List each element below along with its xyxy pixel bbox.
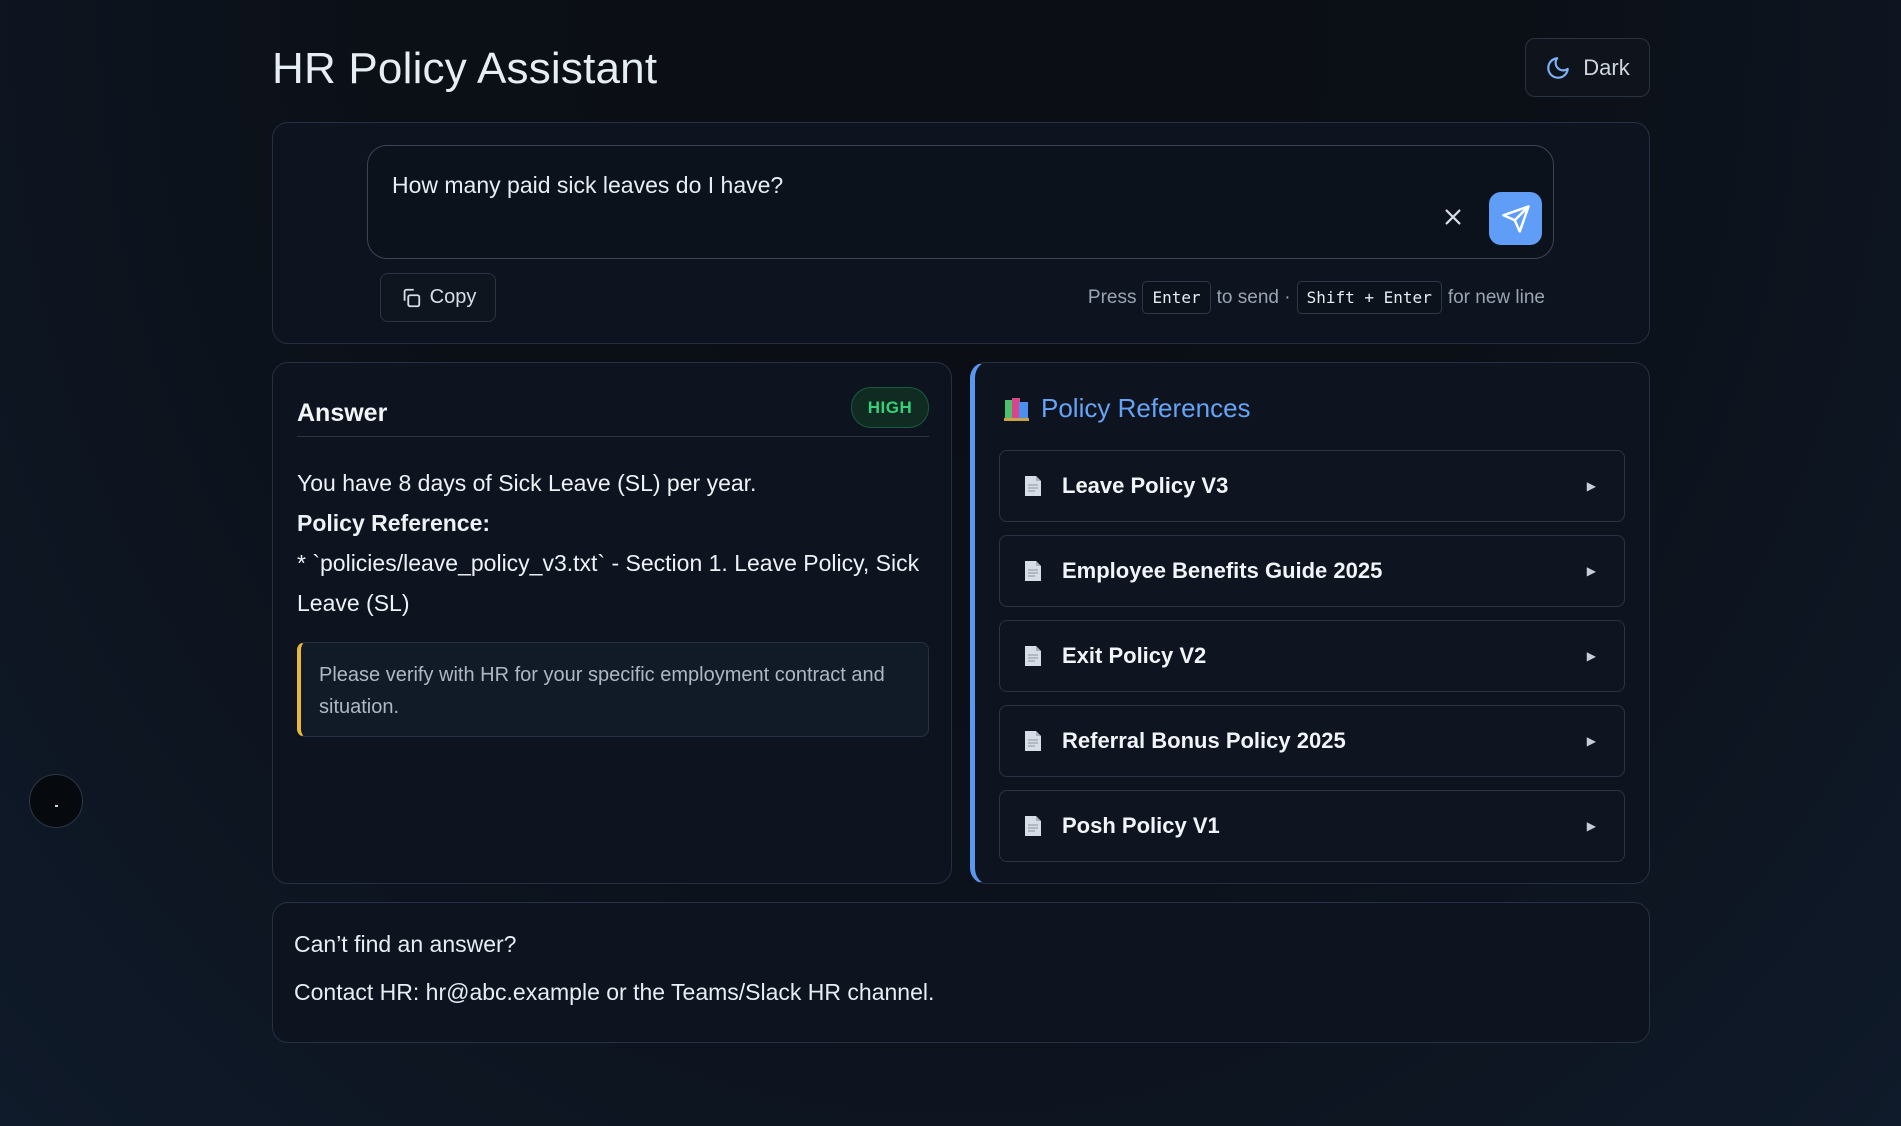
kbd-enter: Enter xyxy=(1142,281,1211,314)
policy-references-panel: Policy References Leave Policy V3 ▶ Empl… xyxy=(970,362,1650,884)
policy-references-list: Leave Policy V3 ▶ Employee Benefits Guid… xyxy=(999,450,1625,875)
reference-item[interactable]: Leave Policy V3 ▶ xyxy=(999,450,1625,522)
reference-label: Leave Policy V3 xyxy=(1062,473,1229,498)
hint-new-line: for new line xyxy=(1447,286,1545,308)
moon-icon xyxy=(1547,56,1570,79)
books-icon xyxy=(1004,397,1029,421)
keyboard-hint: Press Enter to send · Shift + Enter for … xyxy=(1088,281,1545,314)
document-icon xyxy=(1025,476,1041,496)
expand-arrow-icon: ▶ xyxy=(1586,734,1596,748)
query-panel: How many paid sick leaves do I have? Cop… xyxy=(272,122,1650,344)
expand-arrow-icon: ▶ xyxy=(1586,564,1596,578)
copy-label: Copy xyxy=(429,286,477,308)
question-input-text[interactable]: How many paid sick leaves do I have? xyxy=(392,172,783,199)
header: HR Policy Assistant Dark xyxy=(272,0,1650,122)
hint-press: Press xyxy=(1087,286,1137,308)
reference-label: Referral Bonus Policy 2025 xyxy=(1062,728,1346,753)
page-title: HR Policy Assistant xyxy=(272,44,658,93)
answer-line: You have 8 days of Sick Leave (SL) per y… xyxy=(297,470,757,496)
reference-item[interactable]: Posh Policy V1 ▶ xyxy=(999,790,1625,862)
policy-reference-line: * `policies/leave_policy_v3.txt` - Secti… xyxy=(297,550,920,616)
answer-title: Answer xyxy=(297,399,388,427)
policy-reference-heading: Policy Reference: xyxy=(297,510,491,536)
copy-icon xyxy=(403,288,420,307)
expand-arrow-icon: ▶ xyxy=(1586,649,1596,663)
policy-references-title: Policy References xyxy=(1041,393,1251,423)
floating-action-button[interactable] xyxy=(29,774,83,828)
policy-references-header: Policy References xyxy=(1003,393,1251,424)
send-icon xyxy=(1501,204,1530,233)
contact-panel: Can’t find an answer? Contact HR: hr@abc… xyxy=(272,902,1650,1043)
send-button[interactable] xyxy=(1489,192,1542,245)
dot-icon xyxy=(55,805,58,807)
question-input[interactable]: How many paid sick leaves do I have? xyxy=(367,145,1554,259)
copy-button[interactable]: Copy xyxy=(380,273,496,322)
answer-panel: Answer HIGH You have 8 days of Sick Leav… xyxy=(272,362,952,884)
document-icon xyxy=(1025,646,1041,666)
hint-to-send: to send · xyxy=(1216,286,1291,308)
verify-note: Please verify with HR for your specific … xyxy=(297,642,929,737)
expand-arrow-icon: ▶ xyxy=(1586,479,1596,493)
reference-label: Exit Policy V2 xyxy=(1062,643,1207,668)
contact-text: Contact HR: hr@abc.example or the Teams/… xyxy=(294,979,935,1005)
document-icon xyxy=(1025,561,1041,581)
app-container: HR Policy Assistant Dark How many paid s… xyxy=(272,0,1650,1043)
kbd-shift-enter: Shift + Enter xyxy=(1296,281,1442,314)
reference-label: Employee Benefits Guide 2025 xyxy=(1062,558,1383,583)
close-icon xyxy=(1445,209,1461,225)
answer-header: Answer HIGH xyxy=(297,387,929,437)
theme-toggle-label: Dark xyxy=(1583,54,1630,80)
answer-body: You have 8 days of Sick Leave (SL) per y… xyxy=(297,463,937,623)
document-icon xyxy=(1025,731,1041,751)
clear-button[interactable] xyxy=(1438,202,1468,232)
contact-question: Can’t find an answer? xyxy=(294,931,517,957)
document-icon xyxy=(1025,816,1041,836)
reference-item[interactable]: Referral Bonus Policy 2025 ▶ xyxy=(999,705,1625,777)
expand-arrow-icon: ▶ xyxy=(1586,819,1596,833)
reference-item[interactable]: Employee Benefits Guide 2025 ▶ xyxy=(999,535,1625,607)
reference-item[interactable]: Exit Policy V2 ▶ xyxy=(999,620,1625,692)
reference-label: Posh Policy V1 xyxy=(1062,813,1220,838)
confidence-badge: HIGH xyxy=(851,387,929,428)
theme-toggle-button[interactable]: Dark xyxy=(1525,38,1650,97)
